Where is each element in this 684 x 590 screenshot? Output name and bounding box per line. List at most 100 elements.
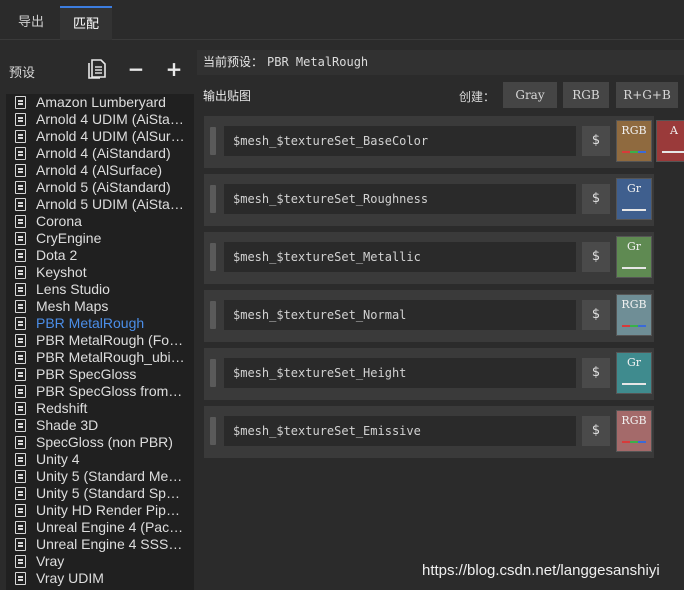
duplicate-document-icon [88, 59, 106, 79]
output-map-name-field[interactable]: $mesh_$textureSet_Metallic [224, 242, 576, 272]
gray-channel-bar [622, 383, 646, 385]
insert-variable-button[interactable]: $ [582, 416, 610, 446]
create-gray-button[interactable]: Gray [503, 82, 557, 108]
output-map-name-field[interactable]: $mesh_$textureSet_Roughness [224, 184, 576, 214]
preset-label: PBR SpecGloss from Metallic [36, 383, 186, 399]
document-icon [15, 351, 26, 364]
preset-list-item[interactable]: PBR SpecGloss [6, 366, 194, 383]
document-icon [15, 215, 26, 228]
preset-list-item[interactable]: PBR SpecGloss from Metallic [6, 383, 194, 400]
output-map-name-field[interactable]: $mesh_$textureSet_Height [224, 358, 576, 388]
document-icon [15, 504, 26, 517]
preset-list-item[interactable]: Corona [6, 213, 194, 230]
preset-list-item[interactable]: Unity 4 [6, 451, 194, 468]
document-icon [15, 385, 26, 398]
tab-match[interactable]: 匹配 [60, 6, 112, 40]
preset-list-item[interactable]: Unreal Engine 4 SSS (Packed) [6, 536, 194, 553]
add-preset-button[interactable]: + [163, 58, 185, 80]
document-icon [15, 470, 26, 483]
duplicate-preset-button[interactable] [86, 58, 108, 80]
preset-list-item[interactable]: Vray UDIM [6, 570, 194, 587]
preset-list-item[interactable]: Vray [6, 553, 194, 570]
preset-list-item[interactable]: Arnold 4 (AiStandard) [6, 145, 194, 162]
drag-handle[interactable] [210, 243, 216, 271]
preset-label: Vray UDIM [36, 570, 104, 586]
preset-label: Corona [36, 213, 82, 229]
watermark-url: https://blog.csdn.net/langgesanshiyi [422, 562, 660, 579]
channel-label: A [670, 124, 678, 137]
preset-list-item[interactable]: Arnold 5 UDIM (AiStandard) [6, 196, 194, 213]
preset-list[interactable]: Amazon Lumberyard Arnold 4 UDIM (AiStand a… [6, 94, 194, 590]
document-icon [15, 487, 26, 500]
preset-list-item[interactable]: Unity 5 (Standard Specular) [6, 485, 194, 502]
channel-slot-gray[interactable]: Gr [616, 352, 652, 394]
preset-label: Arnold 5 UDIM (AiStandard) [36, 196, 186, 212]
preset-list-item[interactable]: Redshift [6, 400, 194, 417]
preset-list-item[interactable]: Unity 5 (Standard Metallic) [6, 468, 194, 485]
channel-slot-rgb[interactable]: RGB [616, 120, 652, 162]
output-map-row: $mesh_$textureSet_Metallic $ Gr [204, 232, 654, 284]
presets-header: 预设 − + [0, 50, 194, 92]
channel-label: RGB [621, 414, 647, 427]
rgb-channel-bar [622, 441, 646, 443]
preset-label: Dota 2 [36, 247, 78, 263]
output-map-name-field[interactable]: $mesh_$textureSet_Normal [224, 300, 576, 330]
create-r-g-b-button[interactable]: R+G+B [616, 82, 678, 108]
gray-channel-bar [622, 209, 646, 211]
preset-label: Redshift [36, 400, 88, 416]
channel-slot-gray[interactable]: Gr [616, 236, 652, 278]
insert-variable-button[interactable]: $ [582, 358, 610, 388]
preset-list-item[interactable]: Mesh Maps [6, 298, 194, 315]
preset-list-item[interactable]: Lens Studio [6, 281, 194, 298]
drag-handle[interactable] [210, 417, 216, 445]
output-panel: 当前预设： PBR MetalRough 输出贴图 创建： Gray RGB R+… [197, 50, 684, 590]
insert-variable-button[interactable]: $ [582, 242, 610, 272]
document-icon [15, 198, 26, 211]
preset-list-item[interactable]: Keyshot [6, 264, 194, 281]
document-icon [15, 283, 26, 296]
output-map-name-field[interactable]: $mesh_$textureSet_Emissive [224, 416, 576, 446]
insert-variable-button[interactable]: $ [582, 184, 610, 214]
output-map-name-field[interactable]: $mesh_$textureSet_BaseColor [224, 126, 576, 156]
create-rgb-button[interactable]: RGB [563, 82, 609, 108]
preset-list-item[interactable]: Arnold 4 UDIM (AlSurface) [6, 128, 194, 145]
channel-slot-gray[interactable]: A [656, 120, 684, 162]
insert-variable-button[interactable]: $ [582, 300, 610, 330]
insert-variable-button[interactable]: $ [582, 126, 610, 156]
preset-list-item[interactable]: Dota 2 [6, 247, 194, 264]
preset-list-item[interactable]: PBR MetalRough (Folder) [6, 332, 194, 349]
document-icon [15, 436, 26, 449]
preset-label: PBR MetalRough [36, 315, 145, 331]
preset-label: Arnold 5 (AiStandard) [36, 179, 171, 195]
preset-list-item[interactable]: CryEngine [6, 230, 194, 247]
preset-list-item[interactable]: SpecGloss (non PBR) [6, 434, 194, 451]
current-preset-value: PBR MetalRough [267, 55, 369, 69]
preset-list-item[interactable]: Amazon Lumberyard [6, 94, 194, 111]
channel-slot-rgb[interactable]: RGB [616, 294, 652, 336]
rgb-channel-bar [622, 151, 646, 153]
remove-preset-button[interactable]: − [125, 58, 147, 80]
preset-list-item[interactable]: Arnold 5 (AiStandard) [6, 179, 194, 196]
preset-list-item[interactable]: Shade 3D [6, 417, 194, 434]
preset-list-item[interactable]: Arnold 4 (AlSurface) [6, 162, 194, 179]
document-icon [15, 130, 26, 143]
preset-list-item[interactable]: Unreal Engine 4 (Packed) [6, 519, 194, 536]
preset-list-item[interactable]: Arnold 4 UDIM (AiStandard) [6, 111, 194, 128]
preset-label: Vray [36, 553, 65, 569]
preset-list-item[interactable]: PBR MetalRough_ubitex [6, 349, 194, 366]
document-icon [15, 334, 26, 347]
document-icon [15, 521, 26, 534]
preset-list-item[interactable]: PBR MetalRough [6, 315, 194, 332]
drag-handle[interactable] [210, 127, 216, 155]
preset-list-item[interactable]: Unity HD Render Pipeline [6, 502, 194, 519]
document-icon [15, 232, 26, 245]
channel-slot-gray[interactable]: Gr [616, 178, 652, 220]
drag-handle[interactable] [210, 185, 216, 213]
document-icon [15, 113, 26, 126]
document-icon [15, 402, 26, 415]
preset-label: Unity HD Render Pipeline [36, 502, 186, 518]
channel-slot-rgb[interactable]: RGB [616, 410, 652, 452]
tab-export[interactable]: 导出 [8, 6, 54, 40]
drag-handle[interactable] [210, 359, 216, 387]
drag-handle[interactable] [210, 301, 216, 329]
